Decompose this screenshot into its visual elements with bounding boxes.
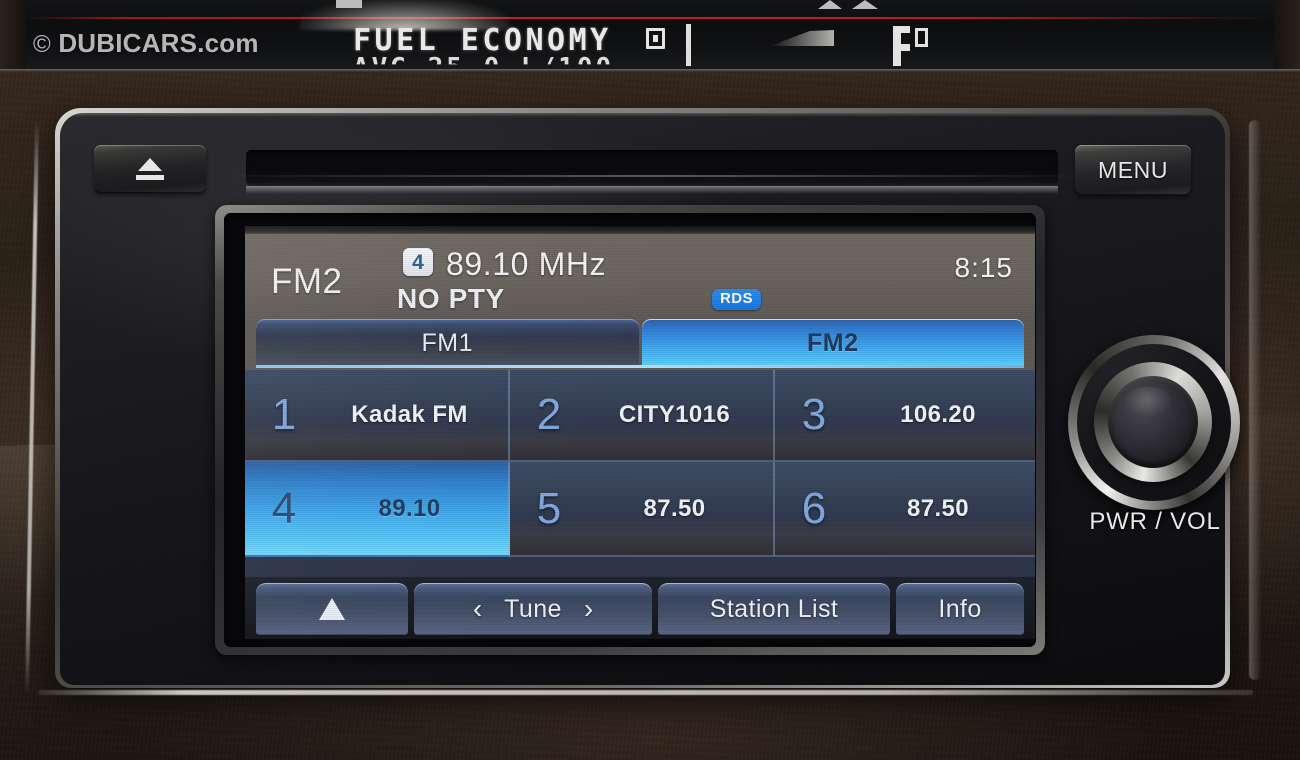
current-preset-number: 4 [412,250,424,274]
cluster-left-trim [0,0,26,72]
bottom-chrome-accent [38,690,1253,695]
small-square-icon [915,28,928,47]
preset-5-number: 5 [536,483,562,533]
preset-5-label: 87.50 [643,494,706,522]
tune-control[interactable]: ‹ Tune › [414,583,652,635]
preset-button-3[interactable]: 3 106.20 [775,370,1035,462]
radio-status-header: FM2 4 89.10 MHz NO PTY RDS 8:15 [245,234,1035,316]
gauge-bar-icon [686,24,691,66]
preset-button-6[interactable]: 6 87.50 [775,462,1035,557]
preset-2-number: 2 [536,390,562,439]
power-volume-knob[interactable] [1068,335,1240,510]
knob-cap-highlight [1124,387,1172,417]
clock-display: 8:15 [954,252,1013,283]
soft-button-row: ‹ Tune › Station List Info [256,583,1024,635]
menu-button-label: MENU [1097,156,1169,183]
preset-1-number: 1 [271,390,297,439]
copyright-icon: © [33,31,51,58]
cluster-bottom-edge [0,69,1300,72]
tabs-underline [256,365,1024,368]
band-indicator: FM2 [271,262,343,301]
preset-2-label: CITY1016 [618,401,731,428]
cluster-red-accent-line [26,17,1274,19]
eject-button[interactable] [94,145,206,193]
info-label: Info [938,594,982,623]
ramp-indicator-icon [770,30,834,46]
cluster-right-trim [1274,0,1300,72]
cluster-reflection [300,0,510,30]
preset-6-number: 6 [801,483,827,533]
preset-4-number: 4 [271,483,297,533]
preset-3-number: 3 [801,390,827,439]
tune-label: Tune [504,594,562,623]
chevron-right-icon[interactable]: › [584,595,593,623]
cluster-arrow-glyph-icon [818,0,842,9]
band-tabs: FM1 FM2 [256,319,1024,367]
screen-top-band [245,226,1035,234]
preset-button-1[interactable]: 1 Kadak FM [245,370,510,462]
up-arrow-icon [319,598,345,620]
info-button[interactable]: Info [896,583,1024,635]
eject-bar [136,175,164,180]
tab-fm2[interactable]: FM2 [641,319,1024,367]
right-chrome-accent [1249,120,1261,680]
menu-button[interactable]: MENU [1075,145,1191,195]
eject-icon [136,158,164,180]
pty-display: NO PTY [397,283,505,314]
preset-button-2[interactable]: 2 CITY1016 [510,370,775,462]
preset-4-label: 89.10 [378,494,441,522]
preset-button-5[interactable]: 5 87.50 [510,462,775,557]
preset-1-label: Kadak FM [351,401,468,428]
preset-6-label: 87.50 [906,494,970,522]
tab-fm1[interactable]: FM1 [256,319,639,367]
eject-triangle [138,158,162,171]
current-preset-badge: 4 [403,248,433,276]
bottom-button-bar: ‹ Tune › Station List Info [245,577,1035,639]
chevron-left-icon[interactable]: ‹ [473,595,482,623]
tab-fm1-label: FM1 [421,328,473,357]
cd-slot[interactable] [246,150,1058,186]
faceplate-top-highlight [60,113,1225,117]
cd-slot-shine [246,186,1058,194]
frequency-display: 89.10 MHz [446,246,607,282]
watermark-text: DUBICARS.com [58,28,259,58]
rds-badge: RDS [712,289,761,310]
rds-badge-label: RDS [720,290,753,307]
cd-slot-seam [215,175,1090,177]
scroll-up-button[interactable] [256,583,408,635]
lcd-screen[interactable]: FM2 4 89.10 MHz NO PTY RDS 8:15 FM1 FM2 … [245,226,1035,639]
display-mode-icon [646,28,665,49]
watermark: © DUBICARS.com [33,28,259,59]
preset-3-label: 106.20 [900,401,976,428]
fuel-pin-icon [893,26,910,66]
preset-grid: 1 Kadak FM 2 CITY1016 3 106.20 4 89.10 5… [245,370,1035,577]
preset-button-4[interactable]: 4 89.10 [245,462,510,557]
station-list-button[interactable]: Station List [658,583,890,635]
tab-fm2-label: FM2 [807,328,859,357]
station-list-label: Station List [709,594,839,623]
knob-label: PWR / VOL [1089,508,1221,535]
screenshot-root: FUEL ECONOMY AVG 25.0 L/100 © DUBICARS.c… [0,0,1300,760]
cluster-arrow-glyph-2-icon [852,0,878,9]
